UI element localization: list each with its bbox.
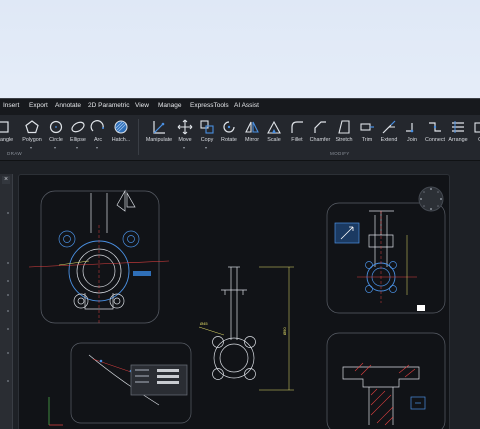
- offset-label: Of: [460, 137, 480, 143]
- chevron-down-icon[interactable]: ▾: [54, 145, 56, 150]
- viewport-frame: [40, 190, 160, 324]
- hatch-button[interactable]: Hatch...: [106, 117, 136, 149]
- menu-expresstools[interactable]: ExpressTools: [190, 102, 229, 109]
- menu-view[interactable]: View: [135, 102, 149, 109]
- rectangle-icon: [0, 121, 9, 133]
- offset-icon: [474, 122, 480, 133]
- chamfer-icon: [314, 121, 326, 133]
- menu-insert[interactable]: Insert: [3, 102, 19, 109]
- chevron-down-icon[interactable]: ▾: [183, 145, 185, 150]
- stretch-icon: [338, 120, 350, 134]
- chevron-down-icon[interactable]: ▾: [76, 145, 78, 150]
- menu-manage[interactable]: Manage: [158, 102, 182, 109]
- cad-drawing: Ø90 Ø45: [28, 186, 446, 429]
- properties-side-panel: ×: [0, 174, 13, 429]
- menu-ai-assist[interactable]: AI Assist: [234, 102, 259, 109]
- viewcube-compass-icon: [418, 186, 444, 212]
- svg-text:Ø45: Ø45: [200, 321, 208, 326]
- chevron-down-icon[interactable]: ▾: [30, 145, 32, 150]
- trim-icon: [360, 123, 374, 131]
- modify-group-label[interactable]: MODIFY: [330, 151, 350, 156]
- rectangle-button[interactable]: ectangle: [0, 117, 18, 149]
- menu-2d-parametric[interactable]: 2D Parametric: [88, 102, 130, 109]
- manipulate-icon: [153, 121, 165, 134]
- hatch-icon: [114, 120, 128, 134]
- extend-icon: [382, 120, 396, 134]
- close-icon[interactable]: ×: [2, 176, 10, 184]
- svg-text:Ø90: Ø90: [282, 327, 287, 335]
- circle-icon: [49, 120, 63, 134]
- menu-bar: Insert Export Annotate 2D Parametric Vie…: [0, 98, 480, 116]
- rotate-icon: [223, 121, 235, 133]
- arrange-icon: [452, 121, 464, 133]
- draw-group-label[interactable]: DRAW: [7, 151, 22, 156]
- drawing-canvas[interactable]: Ø90 Ø45: [18, 174, 450, 429]
- cad-application-window: Insert Export Annotate 2D Parametric Vie…: [0, 98, 480, 429]
- mirror-icon: [245, 121, 259, 133]
- polygon-icon: [25, 120, 39, 134]
- scale-icon: [267, 120, 281, 134]
- copy-icon: [200, 120, 214, 134]
- fillet-icon: [291, 121, 303, 133]
- ribbon-toolbar: ectangle Polygon ▾ Circle ▾ Ellipse ▾ Ar…: [0, 115, 480, 161]
- menu-export[interactable]: Export: [29, 102, 48, 109]
- join-icon: [406, 123, 414, 133]
- move-icon: [177, 119, 193, 135]
- offset-button[interactable]: Of: [466, 117, 480, 149]
- menu-annotate[interactable]: Annotate: [55, 102, 81, 109]
- chevron-down-icon[interactable]: ▾: [96, 145, 98, 150]
- hatch-label: Hatch...: [111, 137, 131, 143]
- connect-icon: [429, 122, 441, 132]
- chevron-down-icon[interactable]: ▾: [205, 145, 207, 150]
- arc-icon: [90, 120, 104, 132]
